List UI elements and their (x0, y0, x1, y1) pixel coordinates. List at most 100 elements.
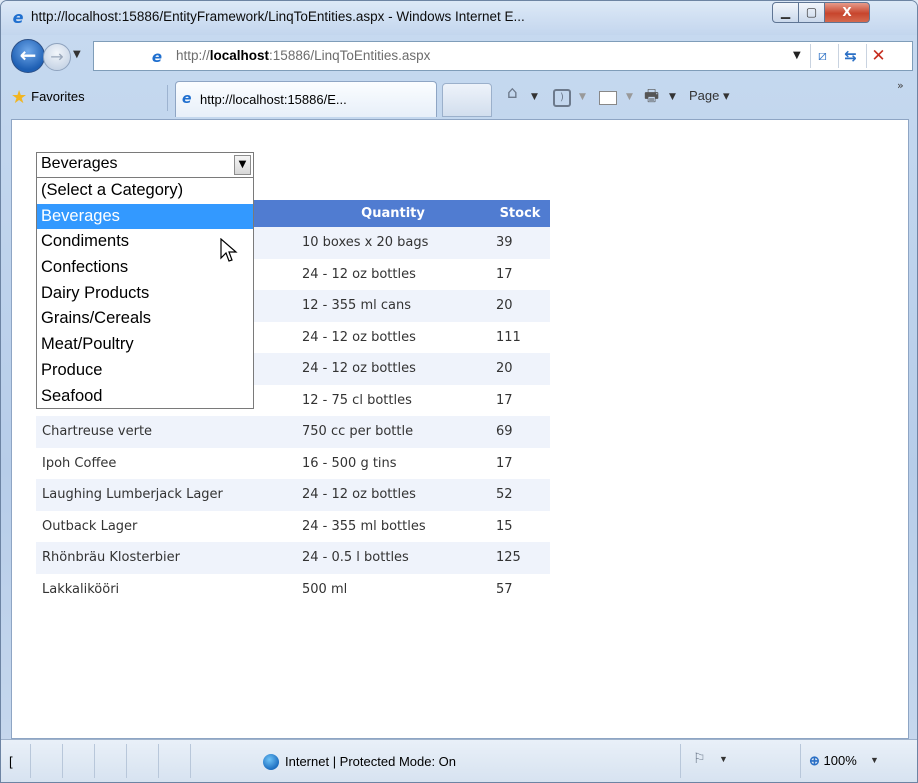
quantity-cell: 24 - 12 oz bottles (296, 258, 490, 290)
title-bar: e http://localhost:15886/EntityFramework… (1, 1, 917, 35)
category-option[interactable]: Seafood (37, 384, 253, 410)
grid-header-quantity: Quantity (296, 200, 490, 227)
browser-window: e http://localhost:15886/EntityFramework… (0, 0, 918, 783)
read-mail-icon[interactable] (599, 91, 617, 105)
stock-cell: 39 (490, 227, 550, 259)
minimize-button[interactable]: ▁ (772, 2, 799, 23)
table-row: Ipoh Coffee 16 - 500 g tins 17 (36, 447, 550, 479)
toolbar-overflow-button[interactable]: » (897, 79, 904, 92)
history-dropdown-button[interactable]: ▼ (73, 49, 81, 60)
quantity-cell: 16 - 500 g tins (296, 447, 490, 479)
status-cell (1, 744, 31, 778)
address-dropdown-button[interactable]: ▼ (793, 50, 801, 61)
refresh-button[interactable]: ⇆ (838, 44, 862, 68)
page-menu-button[interactable]: Page ▾ (689, 88, 730, 104)
address-url[interactable]: http://localhost:15886/LinqToEntities.as… (176, 48, 430, 63)
mouse-cursor-icon (220, 238, 238, 262)
favorites-button[interactable]: ★ Favorites (11, 87, 85, 111)
status-bar: [ Internet | Protected Mode: On ⚐ ▼ ⊕ 10… (1, 739, 917, 782)
table-row: Outback Lager 24 - 355 ml bottles 15 (36, 510, 550, 542)
favorites-label: Favorites (31, 89, 85, 104)
status-cell (63, 744, 95, 778)
table-row: Chartreuse verte 750 cc per bottle 69 (36, 416, 550, 448)
status-cell (741, 744, 801, 778)
url-rest: :15886/LinqToEntities.aspx (269, 48, 431, 63)
chevron-down-icon[interactable]: ▼ (234, 155, 251, 175)
stock-cell: 15 (490, 510, 550, 542)
category-select-value: Beverages (41, 155, 118, 172)
table-row: Laughing Lumberjack Lager 24 - 12 oz bot… (36, 479, 550, 511)
zoom-icon: ⊕ (809, 753, 820, 768)
address-bar[interactable]: e http://localhost:15886/LinqToEntities.… (93, 41, 913, 71)
stock-cell: 125 (490, 542, 550, 574)
feeds-dropdown-button[interactable]: ▼ (579, 92, 586, 102)
status-cell (95, 744, 127, 778)
maximize-button[interactable]: ▢ (798, 2, 825, 23)
product-name-cell: Chartreuse verte (36, 416, 296, 448)
internet-globe-icon (263, 754, 279, 770)
home-icon[interactable]: ⌂ (507, 83, 518, 103)
zoom-level-button[interactable]: ⊕ 100% (809, 753, 857, 769)
category-option[interactable]: Grains/Cereals (37, 306, 253, 332)
product-name-cell: Laughing Lumberjack Lager (36, 479, 296, 511)
mail-dropdown-button[interactable]: ▼ (626, 92, 633, 102)
stock-cell: 17 (490, 447, 550, 479)
back-arrow-icon: ← (19, 43, 37, 67)
quantity-cell: 500 ml (296, 573, 490, 605)
stock-cell: 57 (490, 573, 550, 605)
quantity-cell: 750 cc per bottle (296, 416, 490, 448)
quantity-cell: 24 - 12 oz bottles (296, 479, 490, 511)
print-icon[interactable]: 🖶 (644, 85, 659, 112)
forward-button[interactable]: → (43, 43, 71, 71)
product-name-cell: Rhönbräu Klosterbier (36, 542, 296, 574)
category-option[interactable]: Meat/Poultry (37, 332, 253, 358)
category-option[interactable]: Produce (37, 358, 253, 384)
stock-cell: 52 (490, 479, 550, 511)
quantity-cell: 24 - 0.5 l bottles (296, 542, 490, 574)
home-dropdown-button[interactable]: ▼ (531, 92, 538, 102)
tab-bar: ★ Favorites e http://localhost:15886/E...… (1, 77, 917, 119)
protected-mode-icon[interactable]: ⚐ (693, 750, 706, 767)
stock-cell: 20 (490, 353, 550, 385)
ie-logo-icon: e (12, 8, 24, 27)
stock-cell: 111 (490, 321, 550, 353)
category-option-selected[interactable]: Beverages (37, 203, 253, 230)
feeds-icon[interactable]: ) (553, 89, 571, 107)
quantity-cell: 24 - 12 oz bottles (296, 353, 490, 385)
new-tab-button[interactable] (442, 83, 492, 117)
quantity-cell: 12 - 75 cl bottles (296, 384, 490, 416)
category-dropdown-list: (Select a Category) Beverages Condiments… (36, 177, 254, 409)
status-cell (159, 744, 191, 778)
stock-cell: 20 (490, 290, 550, 322)
category-option[interactable]: Dairy Products (37, 281, 253, 307)
zoom-level: 100% (823, 753, 857, 768)
product-name-cell: Ipoh Coffee (36, 447, 296, 479)
category-option[interactable]: (Select a Category) (37, 178, 253, 204)
window-title: http://localhost:15886/EntityFramework/L… (31, 9, 525, 24)
favorites-star-icon: ★ (11, 87, 28, 107)
category-select[interactable]: Beverages ▼ (36, 152, 254, 178)
url-prefix: http:// (176, 48, 210, 63)
quantity-cell: 24 - 355 ml bottles (296, 510, 490, 542)
table-row: Lakkalikööri 500 ml 57 (36, 573, 550, 605)
status-cell (127, 744, 159, 778)
navigation-bar: ← → ▼ e http://localhost:15886/LinqToEnt… (1, 35, 917, 77)
forward-arrow-icon: → (50, 47, 64, 66)
quantity-cell: 10 boxes x 20 bags (296, 227, 490, 259)
tab-separator (167, 85, 168, 111)
compatibility-view-button[interactable]: ⧄ (810, 44, 834, 68)
back-button[interactable]: ← (11, 39, 45, 73)
close-button[interactable]: X (824, 2, 870, 23)
print-dropdown-button[interactable]: ▼ (669, 92, 676, 102)
grid-header-stock: Stock (490, 200, 550, 227)
security-zone-label[interactable]: Internet | Protected Mode: On (285, 754, 456, 769)
product-name-cell: Outback Lager (36, 510, 296, 542)
protected-mode-dropdown-button[interactable]: ▼ (719, 754, 728, 764)
stop-button[interactable]: ✕ (866, 44, 890, 68)
zoom-dropdown-button[interactable]: ▼ (870, 755, 879, 765)
quantity-cell: 24 - 12 oz bottles (296, 321, 490, 353)
table-row: Rhönbräu Klosterbier 24 - 0.5 l bottles … (36, 542, 550, 574)
stock-cell: 69 (490, 416, 550, 448)
tab-current[interactable]: e http://localhost:15886/E... (175, 81, 437, 117)
url-host: localhost (209, 48, 270, 63)
